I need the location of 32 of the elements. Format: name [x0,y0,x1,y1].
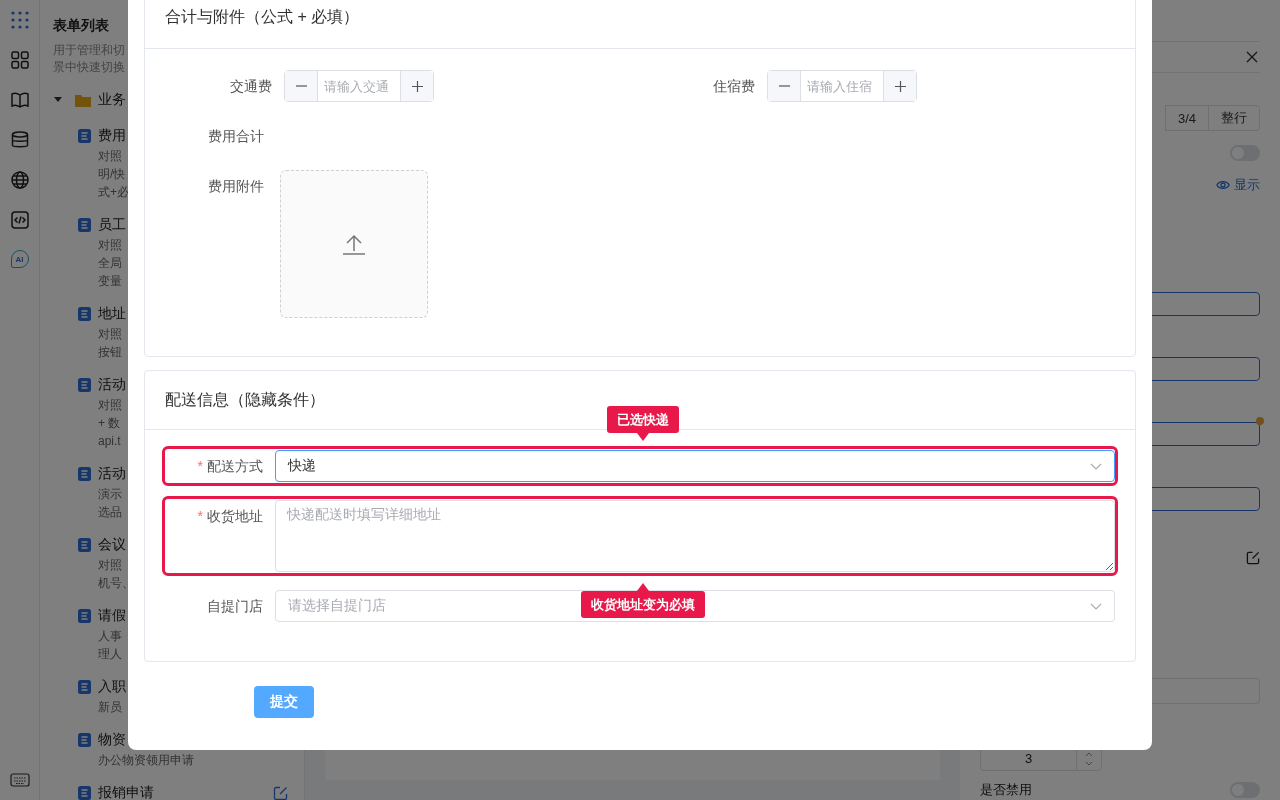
form-item-description: 演示 [98,486,122,503]
required-asterisk: * [197,458,203,474]
form-item-description: 人事 [98,628,122,645]
section-title: 配送信息（隐藏条件） [165,389,325,410]
sidebar-title: 表单列表 [53,16,109,34]
form-item-description: 全局 [98,255,122,272]
form-item-description: 新员 [98,699,122,716]
field-label: 住宿费 [712,77,755,96]
required-asterisk: * [197,508,203,524]
form-item-description: 式+必 [98,184,129,201]
form-item-description: 对照 [98,397,122,414]
form-item-description: 变量 [98,273,122,290]
form-item-description: 按钮 [98,344,122,361]
form-item-description: 选品 [98,504,122,521]
form-item-description: + 数 [98,415,121,432]
form-item-description: 对照 [98,237,122,254]
field-label: 费用合计 [207,127,264,146]
section-title: 合计与附件（公式 + 必填） [165,7,360,27]
form-item-description: 对照 [98,326,122,343]
form-item-description: 机号、 [98,575,134,592]
form-item-description: 明/快 [98,166,126,183]
form-item-description: 对照 [98,148,122,165]
field-label: 交通费 [229,77,272,96]
field-label: 配送方式 [207,458,263,474]
form-item-description: api.t [98,433,121,450]
field-label: 收货地址 [207,508,263,524]
disabled-label: 是否禁用 [980,781,1032,799]
field-label: 费用附件 [207,177,264,196]
field-label: 自提门店 [207,598,263,614]
form-item-description: 理人 [98,646,122,663]
form-item-description: 对照 [98,557,122,574]
form-item-description: 办公物资领用申请 [98,752,194,769]
